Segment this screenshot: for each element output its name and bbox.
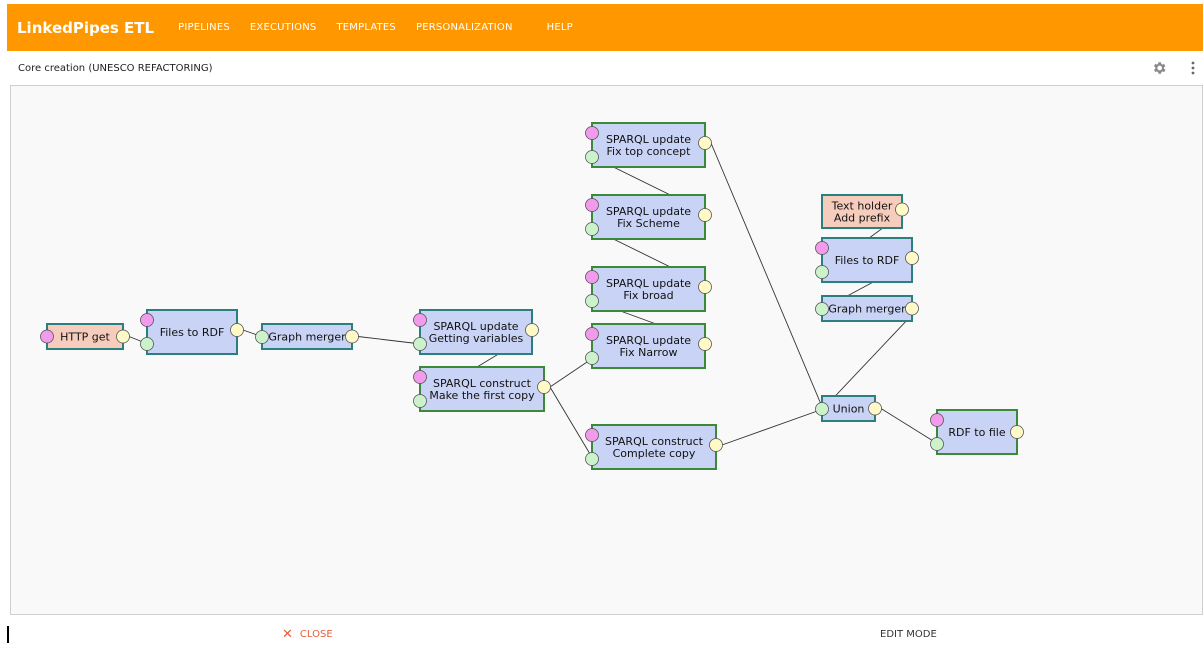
close-button[interactable]: ✕ CLOSE [282,626,333,642]
output-port[interactable] [698,208,712,222]
top-app-bar: LinkedPipes ETL PIPELINES EXECUTIONS TEM… [7,4,1203,51]
component-label: HTTP get [60,331,110,344]
component-label: Fix broad [623,289,673,302]
output-port[interactable] [895,202,909,217]
output-port[interactable] [905,301,919,316]
nav-personalization[interactable]: PERSONALIZATION [416,22,513,33]
output-port[interactable] [698,136,712,150]
component-sparql-update-fix-narrow[interactable]: SPARQL updateFix Narrow [585,323,712,369]
config-port[interactable] [140,313,154,327]
component-label: Graph merger [268,331,346,344]
input-port[interactable] [585,351,599,365]
pipeline-canvas[interactable]: HTTP get Files to RDF Graph merger SPARQL u… [10,85,1203,615]
bottom-bar: ✕ CLOSE EDIT MODE [0,618,1203,647]
gear-icon[interactable] [1151,60,1167,76]
component-sparql-construct-complete-copy[interactable]: SPARQL constructComplete copy [585,424,723,470]
component-label: Fix Scheme [617,217,680,230]
component-sparql-update-fix-top-concept[interactable]: SPARQL updateFix top concept [585,122,712,168]
nav-templates[interactable]: TEMPLATES [336,22,396,33]
connection-sparql-construct-first-copy-to-sparql-construct-complete-copy[interactable] [549,386,594,460]
close-icon: ✕ [282,626,293,642]
component-graph-merger-2[interactable]: Graph merger [815,295,919,322]
output-port[interactable] [905,251,919,265]
config-port[interactable] [585,428,599,442]
input-port[interactable] [585,150,599,164]
config-port[interactable] [40,329,54,344]
output-port[interactable] [116,329,130,344]
config-port[interactable] [815,241,829,255]
input-port[interactable] [413,394,427,408]
connection-union-to-rdf-to-file[interactable] [880,408,939,445]
input-port[interactable] [585,222,599,236]
component-files-to-rdf-1[interactable]: Files to RDF [140,309,244,355]
output-port[interactable] [230,323,244,337]
component-label: Fix Narrow [620,346,678,359]
output-port[interactable] [709,438,723,452]
component-label: Union [833,403,865,416]
component-files-to-rdf-2[interactable]: Files to RDF [815,237,919,283]
config-port[interactable] [413,370,427,384]
component-text-holder-add-prefix[interactable]: Text holderAdd prefix [821,194,909,229]
input-port[interactable] [585,294,599,308]
output-port[interactable] [537,380,551,394]
config-port[interactable] [585,327,599,341]
input-port[interactable] [140,337,154,351]
component-union[interactable]: Union [815,395,882,422]
nav-help[interactable]: HELP [547,22,573,33]
input-port[interactable] [815,302,829,316]
component-label: RDF to file [948,426,1005,439]
component-sparql-update-fix-scheme[interactable]: SPARQL updateFix Scheme [585,194,712,240]
component-http-get[interactable]: HTTP get [40,323,130,350]
component-label: Complete copy [613,447,696,460]
input-port[interactable] [255,330,269,344]
input-port[interactable] [930,437,944,451]
component-label: Make the first copy [429,389,535,402]
connection-graph-merger-1-to-sparql-update-getting-variables[interactable] [357,336,422,346]
pipeline-title[interactable]: Core creation (UNESCO REFACTORING) [18,63,212,74]
component-rdf-to-file[interactable]: RDF to file [930,409,1024,455]
component-sparql-construct-first-copy[interactable]: SPARQL constructMake the first copy [413,366,551,412]
edit-mode-button[interactable]: EDIT MODE [880,629,937,640]
component-sparql-update-getting-variables[interactable]: SPARQL updateGetting variables [413,309,539,355]
text-cursor [7,626,9,643]
input-port[interactable] [585,452,599,466]
config-port[interactable] [585,126,599,140]
app-brand[interactable]: LinkedPipes ETL [17,19,154,37]
component-label: Fix top concept [607,145,692,158]
input-port[interactable] [413,337,427,351]
nav-executions[interactable]: EXECUTIONS [250,22,317,33]
component-label: Files to RDF [160,326,225,339]
nav-pipelines[interactable]: PIPELINES [178,22,230,33]
component-label: Getting variables [429,332,524,345]
connection-sparql-construct-first-copy-to-sparql-update-fix-narrow[interactable] [549,357,594,388]
input-port[interactable] [815,402,829,416]
pipeline-toolbar: Core creation (UNESCO REFACTORING) [7,51,1203,85]
component-label: Files to RDF [835,254,900,267]
component-sparql-update-fix-broad[interactable]: SPARQL updateFix broad [585,266,712,312]
input-port[interactable] [815,265,829,279]
output-port[interactable] [525,323,539,337]
output-port[interactable] [1010,425,1024,439]
connection-sparql-update-fix-top-concept-to-union[interactable] [710,142,824,410]
close-label: CLOSE [299,629,333,640]
pipeline-diagram[interactable]: HTTP get Files to RDF Graph merger SPARQL u… [11,86,1203,616]
component-label: Graph merger [828,303,906,316]
output-port[interactable] [698,337,712,351]
component-label: Add prefix [834,212,891,225]
output-port[interactable] [698,280,712,294]
connection-sparql-construct-complete-copy-to-union[interactable] [721,408,824,446]
component-graph-merger-1[interactable]: Graph merger [255,323,359,350]
more-vert-icon[interactable] [1189,60,1197,76]
connection-graph-merger-2-to-union[interactable] [822,308,919,410]
config-port[interactable] [585,198,599,212]
output-port[interactable] [868,401,882,416]
config-port[interactable] [585,270,599,284]
config-port[interactable] [930,413,944,427]
config-port[interactable] [413,313,427,327]
output-port[interactable] [345,329,359,344]
